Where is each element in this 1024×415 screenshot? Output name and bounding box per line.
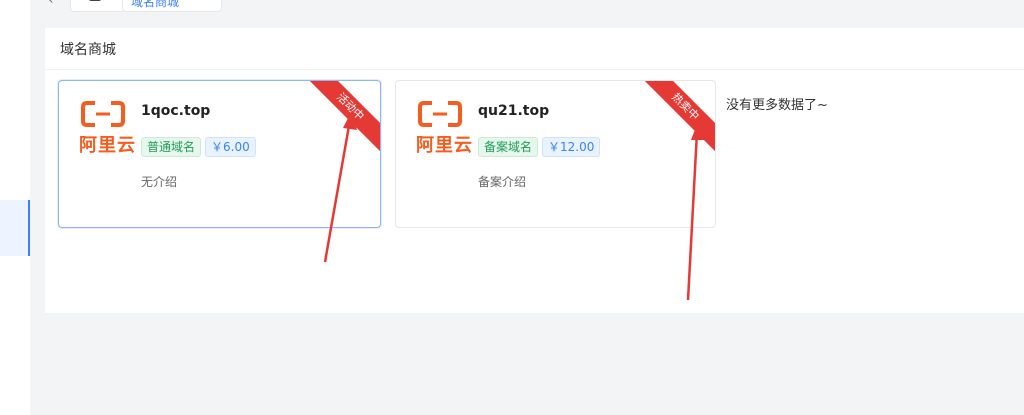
domain-type-tag: 备案域名 [478, 137, 539, 157]
back-arrow-icon[interactable]: ‹ [48, 0, 54, 8]
tag-group: 备案域名 ￥12.00 [478, 137, 601, 157]
domain-description: 备案介绍 [478, 175, 527, 189]
domain-name: qu21.top [478, 103, 550, 119]
aliyun-bracket-icon [81, 101, 125, 127]
domain-card[interactable]: 阿里云 1qoc.top 普通域名 ￥6.00 无介绍 活动中 [58, 80, 381, 228]
domain-name: 1qoc.top [141, 103, 211, 119]
aliyun-bracket-icon [418, 101, 462, 127]
page-title: 域名商城 [60, 42, 116, 58]
sidebar-active-item[interactable] [0, 200, 30, 256]
toolbar-button[interactable] [70, 0, 126, 12]
status-ribbon: 热卖中 [638, 81, 715, 154]
divider [45, 69, 1024, 70]
window-icon [89, 0, 101, 1]
domain-card[interactable]: 阿里云 qu21.top 备案域名 ￥12.00 备案介绍 热卖中 [395, 80, 716, 228]
tab-domain-store[interactable]: 域名商城 [122, 0, 222, 12]
domain-description: 无介绍 [141, 175, 178, 189]
sidebar [0, 0, 30, 415]
tag-group: 普通域名 ￥6.00 [141, 137, 256, 157]
aliyun-logo: 阿里云 [416, 101, 472, 157]
status-ribbon: 活动中 [303, 81, 380, 154]
domain-type-tag: 普通域名 [141, 137, 202, 157]
topbar: ‹ 域名商城 [30, 0, 1024, 14]
list-end-text: 没有更多数据了~ [726, 98, 828, 113]
price-tag: ￥6.00 [205, 137, 256, 157]
provider-name: 阿里云 [416, 135, 473, 156]
provider-name: 阿里云 [79, 135, 136, 156]
price-tag: ￥12.00 [542, 137, 601, 157]
aliyun-logo: 阿里云 [79, 101, 135, 157]
